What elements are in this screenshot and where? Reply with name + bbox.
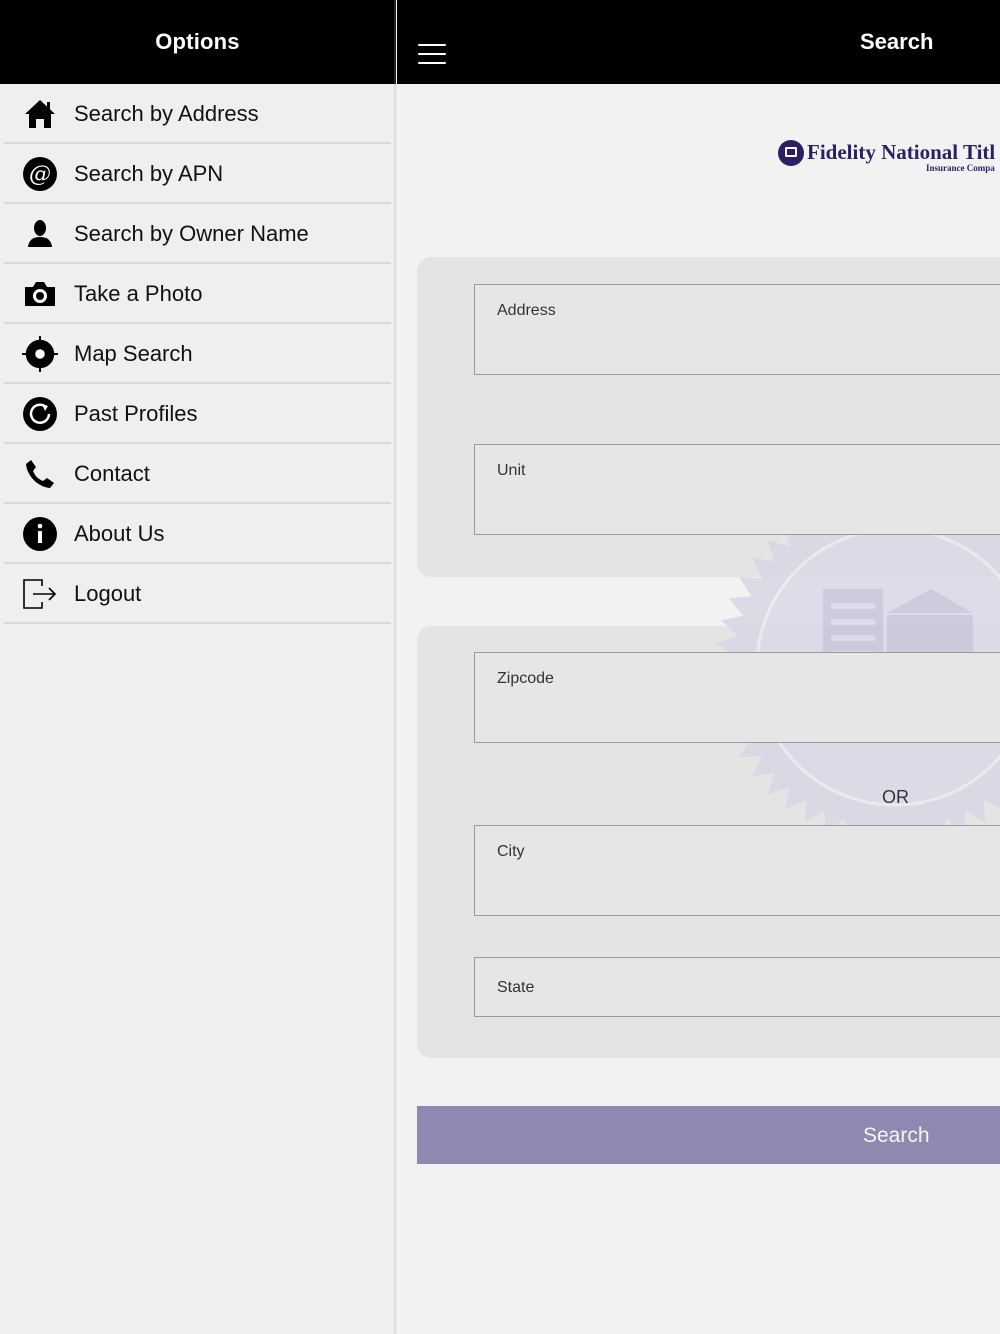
search-button-label: Search (863, 1124, 930, 1147)
unit-input[interactable]: Unit (474, 444, 1000, 535)
sidebar-item-label: Take a Photo (74, 281, 203, 306)
sidebar: Options Search by Address @ Search by AP… (0, 0, 395, 1334)
sidebar-item-about-us[interactable]: About Us (0, 504, 395, 564)
logo-name: Fidelity National Titl (807, 140, 996, 164)
sidebar-item-search-by-owner-name[interactable]: Search by Owner Name (0, 204, 395, 264)
page-title: Search (860, 29, 934, 54)
search-button[interactable]: Search (417, 1106, 1000, 1164)
camera-icon (22, 276, 58, 312)
state-placeholder: State (497, 979, 535, 996)
logo-emblem-icon (778, 140, 804, 166)
sidebar-item-past-profiles[interactable]: Past Profiles (0, 384, 395, 444)
person-icon (22, 216, 58, 252)
zipcode-input[interactable]: Zipcode (474, 652, 1000, 743)
sidebar-header: Options (0, 0, 395, 84)
top-bar: Search (397, 0, 1000, 84)
phone-icon (22, 456, 58, 492)
logo-subtitle: Insurance Compa (926, 163, 995, 173)
home-icon (22, 96, 58, 132)
or-separator: OR (882, 787, 909, 807)
city-placeholder: City (497, 843, 525, 860)
address-input[interactable]: Address (474, 284, 1000, 375)
sidebar-item-label: Search by Address (74, 101, 259, 126)
address-placeholder: Address (497, 302, 556, 319)
sidebar-item-search-by-address[interactable]: Search by Address (0, 84, 395, 144)
sidebar-title: Options (155, 29, 240, 54)
svg-text:@: @ (29, 162, 51, 187)
sidebar-item-label: Map Search (74, 341, 193, 366)
state-select[interactable]: State (474, 957, 1000, 1017)
sidebar-item-label: About Us (74, 521, 165, 546)
logout-icon (22, 576, 58, 612)
sidebar-item-logout[interactable]: Logout (0, 564, 395, 624)
hamburger-icon[interactable] (418, 44, 446, 64)
sidebar-item-label: Logout (74, 581, 142, 606)
sidebar-item-label: Search by Owner Name (74, 221, 309, 246)
main-panel: Search Fidelity National Titl Insurance … (397, 0, 1000, 1334)
sidebar-item-label: Search by APN (74, 161, 224, 186)
zipcode-placeholder: Zipcode (497, 670, 554, 687)
refresh-icon (22, 396, 58, 432)
at-sign-icon: @ (22, 156, 58, 192)
sidebar-item-take-a-photo[interactable]: Take a Photo (0, 264, 395, 324)
city-input[interactable]: City (474, 825, 1000, 916)
header-divider (394, 0, 396, 84)
sidebar-item-search-by-apn[interactable]: @ Search by APN (0, 144, 395, 204)
info-icon (22, 516, 58, 552)
sidebar-item-label: Contact (74, 461, 150, 486)
crosshair-icon (22, 336, 58, 372)
sidebar-item-map-search[interactable]: Map Search (0, 324, 395, 384)
company-logo: Fidelity National Titl Insurance Compa (778, 138, 1000, 178)
sidebar-item-contact[interactable]: Contact (0, 444, 395, 504)
sidebar-item-label: Past Profiles (74, 401, 198, 426)
unit-placeholder: Unit (497, 462, 526, 479)
